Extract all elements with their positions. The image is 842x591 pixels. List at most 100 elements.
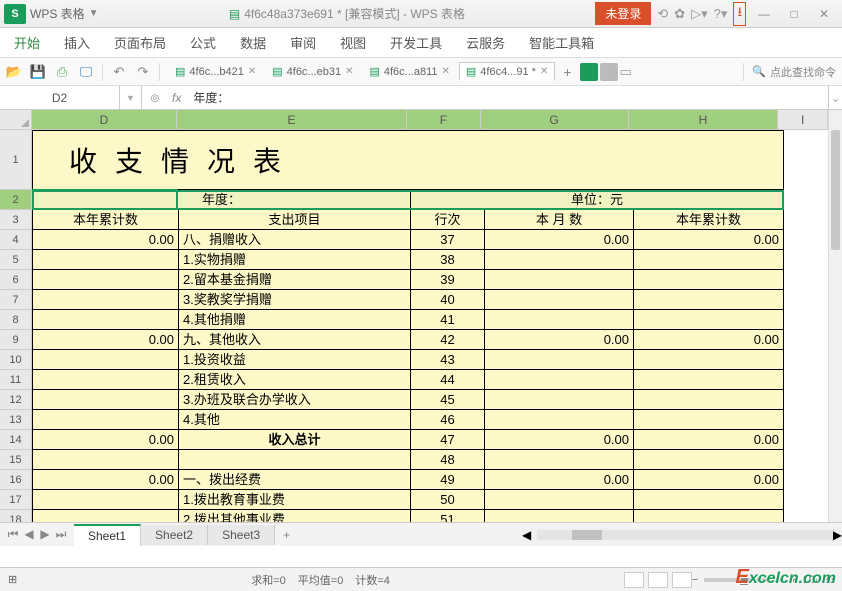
row-header[interactable]: 11 bbox=[0, 370, 32, 390]
cell[interactable] bbox=[484, 370, 633, 390]
col-header-D[interactable]: D bbox=[32, 110, 177, 130]
status-layout-icon[interactable]: ⊞ bbox=[8, 573, 17, 586]
cell[interactable] bbox=[633, 350, 784, 370]
sheet-tab[interactable]: Sheet3 bbox=[208, 525, 275, 545]
redo-icon[interactable]: ↷ bbox=[135, 64, 151, 80]
undo-icon[interactable]: ↶ bbox=[111, 64, 127, 80]
zoom-out[interactable]: − bbox=[692, 574, 698, 586]
cell[interactable]: 年度： bbox=[32, 190, 410, 210]
scroll-thumb[interactable] bbox=[572, 530, 602, 540]
cell[interactable]: 行次 bbox=[410, 210, 484, 230]
sheet-tab[interactable]: Sheet1 bbox=[74, 524, 141, 546]
cell[interactable] bbox=[484, 270, 633, 290]
row-header[interactable]: 7 bbox=[0, 290, 32, 310]
cell[interactable] bbox=[484, 310, 633, 330]
cell[interactable]: 39 bbox=[410, 270, 484, 290]
col-header-E[interactable]: E bbox=[177, 110, 407, 130]
add-sheet-button[interactable]: + bbox=[275, 528, 298, 542]
cell[interactable] bbox=[484, 390, 633, 410]
cell[interactable] bbox=[633, 310, 784, 330]
cell[interactable]: 48 bbox=[410, 450, 484, 470]
cells-viewport[interactable]: 收支情况表 年度： 单位：元 本年累计数 支出项目 行次 本 月 数 本年累计数… bbox=[32, 130, 828, 546]
cell[interactable]: 九、其他收入 bbox=[178, 330, 410, 350]
cell[interactable]: 44 bbox=[410, 370, 484, 390]
cell[interactable]: 2.留本基金捐赠 bbox=[178, 270, 410, 290]
help-icon[interactable]: ?▾ bbox=[714, 6, 728, 22]
cell[interactable] bbox=[32, 270, 178, 290]
doc-tab[interactable]: ▤4f6c...eb31✕ bbox=[265, 62, 360, 81]
row-header[interactable]: 4 bbox=[0, 230, 32, 250]
sheet-nav-last[interactable]: ⏭ bbox=[54, 527, 68, 542]
cell[interactable]: 八、捐赠收入 bbox=[178, 230, 410, 250]
cell[interactable] bbox=[633, 410, 784, 430]
menu-smart-tools[interactable]: 智能工具箱 bbox=[529, 33, 594, 52]
sheet-nav-next[interactable]: ▶ bbox=[38, 527, 52, 542]
cell[interactable]: 42 bbox=[410, 330, 484, 350]
fx-icon[interactable]: fx bbox=[172, 91, 181, 105]
row-header[interactable]: 3 bbox=[0, 210, 32, 230]
cell[interactable]: 单位：元 bbox=[410, 190, 784, 210]
cell[interactable]: 0.00 bbox=[484, 430, 633, 450]
cell[interactable]: 37 bbox=[410, 230, 484, 250]
cell[interactable]: 本年累计数 bbox=[32, 210, 178, 230]
cell[interactable] bbox=[484, 490, 633, 510]
select-all-corner[interactable] bbox=[0, 110, 32, 130]
minimize-button[interactable]: — bbox=[752, 4, 776, 24]
print-icon[interactable]: ⎙ bbox=[54, 64, 70, 80]
doc-tab[interactable]: ▤4f6c...a811✕ bbox=[362, 62, 456, 81]
cell[interactable]: 0.00 bbox=[484, 230, 633, 250]
cell[interactable]: 0.00 bbox=[633, 430, 784, 450]
cell[interactable] bbox=[484, 290, 633, 310]
cell[interactable]: 0.00 bbox=[633, 230, 784, 250]
menu-page-layout[interactable]: 页面布局 bbox=[114, 33, 166, 52]
row-header[interactable]: 16 bbox=[0, 470, 32, 490]
tab-nav-next[interactable] bbox=[600, 63, 618, 81]
cell[interactable]: 38 bbox=[410, 250, 484, 270]
menu-formula[interactable]: 公式 bbox=[190, 33, 216, 52]
row-header[interactable]: 17 bbox=[0, 490, 32, 510]
cell[interactable]: 支出项目 bbox=[178, 210, 410, 230]
cell[interactable] bbox=[484, 250, 633, 270]
menu-devtools[interactable]: 开发工具 bbox=[390, 33, 442, 52]
row-header[interactable]: 10 bbox=[0, 350, 32, 370]
row-header[interactable]: 14 bbox=[0, 430, 32, 450]
cell[interactable]: 2.租赁收入 bbox=[178, 370, 410, 390]
close-tab-icon[interactable]: ✕ bbox=[345, 66, 353, 77]
name-box[interactable]: D2 bbox=[0, 86, 120, 109]
view-break[interactable] bbox=[672, 572, 692, 588]
row-header[interactable]: 15 bbox=[0, 450, 32, 470]
cell[interactable]: 1.实物捐赠 bbox=[178, 250, 410, 270]
sheet-nav-prev[interactable]: ◀ bbox=[22, 527, 36, 542]
cell[interactable] bbox=[633, 290, 784, 310]
hscroll-left[interactable]: ◀ bbox=[522, 528, 531, 542]
cell[interactable]: 50 bbox=[410, 490, 484, 510]
cell[interactable]: 0.00 bbox=[32, 230, 178, 250]
cell[interactable]: 45 bbox=[410, 390, 484, 410]
cell[interactable] bbox=[633, 370, 784, 390]
cell[interactable] bbox=[484, 410, 633, 430]
cell[interactable]: 0.00 bbox=[633, 330, 784, 350]
save-icon[interactable]: 💾 bbox=[30, 64, 46, 80]
row-header[interactable]: 9 bbox=[0, 330, 32, 350]
cell[interactable] bbox=[32, 410, 178, 430]
title-cell[interactable]: 收支情况表 bbox=[32, 130, 784, 190]
sheet-tab[interactable]: Sheet2 bbox=[141, 525, 208, 545]
update-icon[interactable]: ⭳ bbox=[733, 2, 746, 26]
cell[interactable]: 4.其他 bbox=[178, 410, 410, 430]
cell[interactable]: 0.00 bbox=[32, 470, 178, 490]
app-menu-chevron[interactable]: ▼ bbox=[89, 8, 99, 19]
print-preview-icon[interactable]: 🖵 bbox=[78, 64, 94, 80]
cell[interactable] bbox=[32, 370, 178, 390]
view-page[interactable] bbox=[648, 572, 668, 588]
cell[interactable] bbox=[32, 490, 178, 510]
cell[interactable]: 3.奖教奖学捐赠 bbox=[178, 290, 410, 310]
cell[interactable]: 1.拨出教育事业费 bbox=[178, 490, 410, 510]
cell[interactable] bbox=[32, 310, 178, 330]
cell[interactable] bbox=[633, 450, 784, 470]
cell[interactable]: 0.00 bbox=[484, 470, 633, 490]
cell[interactable] bbox=[178, 450, 410, 470]
close-tab-icon[interactable]: ✕ bbox=[540, 66, 548, 77]
cell[interactable]: 40 bbox=[410, 290, 484, 310]
login-button[interactable]: 未登录 bbox=[595, 2, 651, 25]
close-button[interactable]: ✕ bbox=[812, 4, 836, 24]
